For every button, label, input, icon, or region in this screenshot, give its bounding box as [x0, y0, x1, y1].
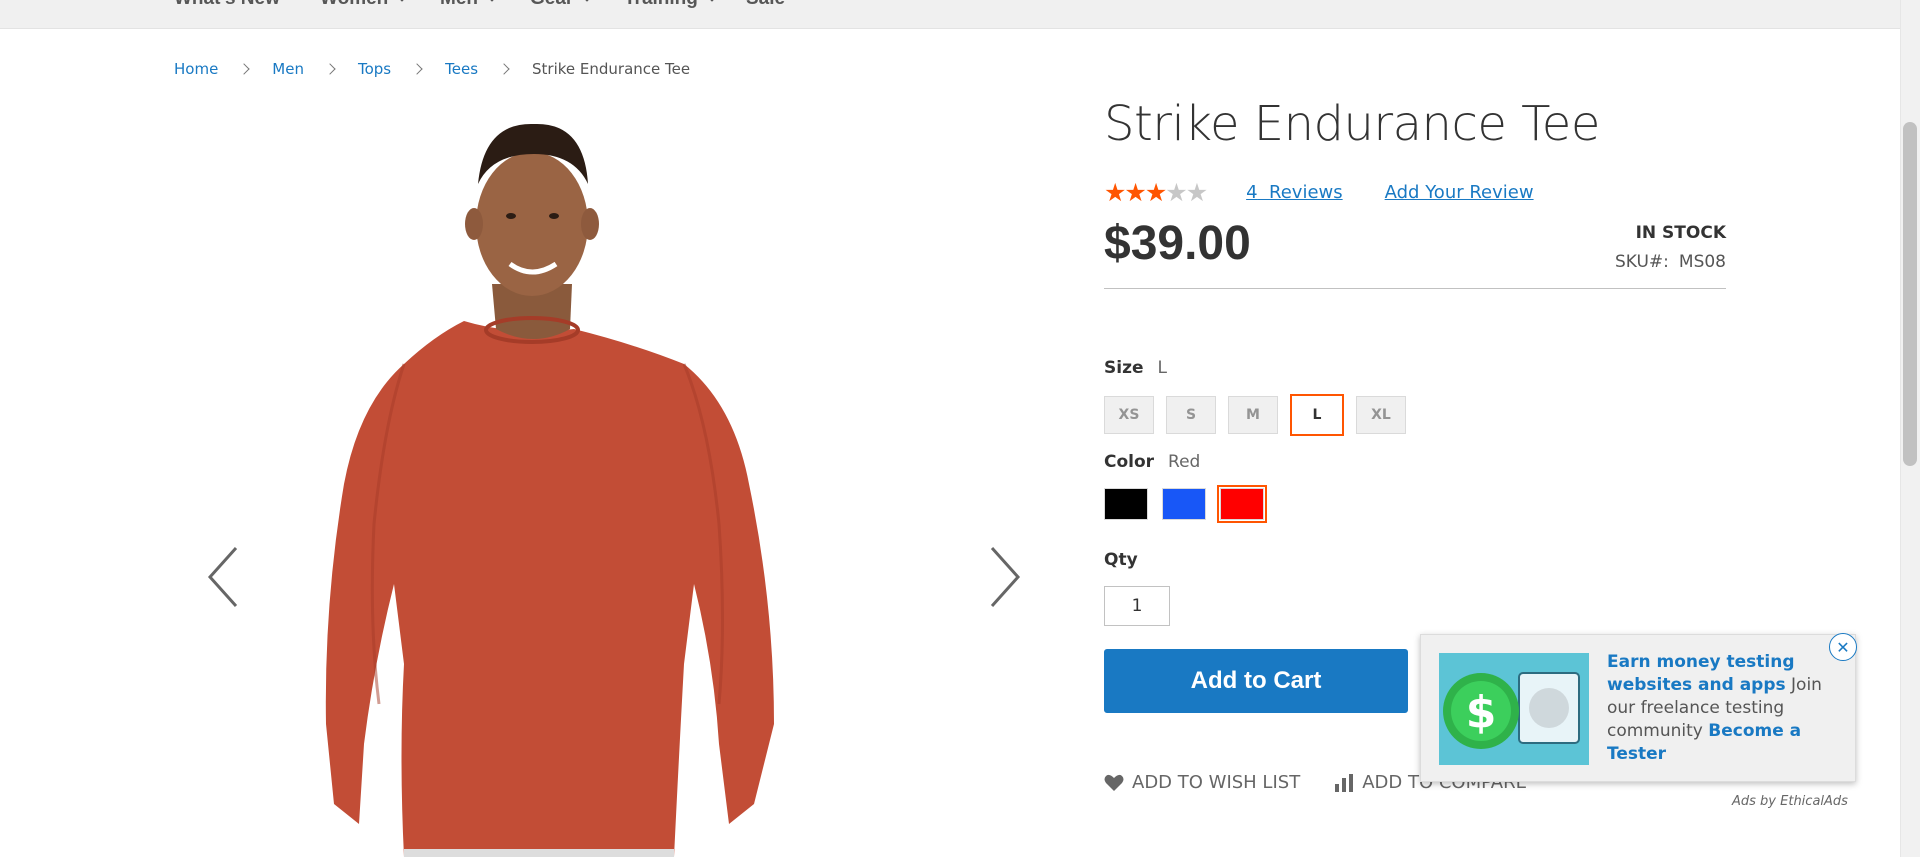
color-swatch-blue[interactable]: [1162, 488, 1206, 520]
top-navigation: What's New Women Men Gear Training Sale: [0, 0, 1920, 29]
chevron-left-icon: [207, 546, 238, 608]
nav-item-label: What's New: [174, 0, 280, 10]
nav-item-training[interactable]: Training: [624, 0, 718, 10]
size-option-xs[interactable]: XS: [1104, 396, 1154, 434]
size-option-l[interactable]: L: [1290, 394, 1344, 436]
close-icon[interactable]: ✕: [1829, 633, 1857, 661]
product-image[interactable]: [174, 104, 1054, 857]
chevron-down-icon: [486, 0, 498, 2]
size-label-text: Size: [1104, 358, 1144, 378]
rating-stars: ★★★★★: [1104, 178, 1208, 207]
qty-label: Qty: [1104, 550, 1138, 570]
chevron-down-icon: [706, 0, 718, 2]
color-label-text: Color: [1104, 452, 1155, 472]
reviews-link[interactable]: 4 Reviews: [1246, 182, 1343, 203]
breadcrumb-current: Strike Endurance Tee: [532, 60, 691, 78]
ad-headline[interactable]: Earn money testing websites and apps: [1607, 652, 1795, 695]
chevron-right-icon: [238, 63, 250, 75]
product-title: Strike Endurance Tee: [1104, 96, 1600, 152]
scrollbar-thumb[interactable]: [1903, 122, 1917, 466]
ad-popup: $ Earn money testing websites and apps J…: [1420, 633, 1857, 782]
chevron-down-icon: [396, 0, 408, 2]
nav-item-label: Women: [320, 0, 388, 10]
nav-item-label: Men: [440, 0, 478, 10]
nav-item-women[interactable]: Women: [320, 0, 408, 10]
size-options: XS S M L XL: [1104, 394, 1406, 436]
size-option-xl[interactable]: XL: [1356, 396, 1406, 434]
nav-item-label: Gear: [530, 0, 573, 10]
breadcrumb-link-tees[interactable]: Tees: [445, 60, 478, 78]
reviews-count: 4: [1246, 182, 1258, 203]
star-icon: ★: [1165, 178, 1187, 207]
product-info: Strike Endurance Tee ★★★★★ 4 Reviews Add…: [1104, 96, 1726, 793]
gallery-prev-button[interactable]: [204, 542, 244, 612]
nav-item-gear[interactable]: Gear: [530, 0, 593, 10]
color-swatch-red[interactable]: [1217, 485, 1267, 523]
rating-summary: ★★★★★ 4 Reviews Add Your Review: [1104, 178, 1534, 207]
breadcrumb-link-men[interactable]: Men: [272, 60, 304, 78]
star-icon: ★: [1144, 178, 1167, 207]
color-options: [1104, 485, 1267, 523]
product-sku: SKU#: MS08: [1615, 252, 1726, 272]
nav-item-whats-new[interactable]: What's New: [174, 0, 280, 10]
color-selected-value: Red: [1168, 452, 1201, 472]
chevron-right-icon: [324, 63, 336, 75]
dollar-coin-illustration: $: [1439, 653, 1589, 765]
chevron-right-icon: [990, 546, 1021, 608]
nav-item-label: Training: [624, 0, 698, 10]
add-review-link[interactable]: Add Your Review: [1385, 182, 1534, 203]
star-icon: ★: [1104, 178, 1126, 207]
sku-label: SKU#:: [1615, 252, 1669, 272]
gallery-next-button[interactable]: [984, 542, 1024, 612]
page-scrollbar[interactable]: [1900, 0, 1920, 857]
qty-input[interactable]: [1104, 586, 1170, 626]
svg-text:$: $: [1466, 687, 1497, 738]
star-icon: ★: [1185, 178, 1208, 207]
color-label: Color Red: [1104, 452, 1200, 472]
bar-chart-icon: [1335, 773, 1354, 792]
heart-icon: [1104, 774, 1124, 791]
wishlist-label: ADD TO WISH LIST: [1132, 772, 1301, 793]
product-price: $39.00: [1104, 217, 1251, 270]
chevron-right-icon: [498, 63, 510, 75]
nav-item-sale[interactable]: Sale: [746, 0, 785, 10]
chevron-down-icon: [581, 0, 593, 2]
size-option-m[interactable]: M: [1228, 396, 1278, 434]
ad-image[interactable]: $: [1439, 653, 1589, 765]
star-icon: ★: [1124, 178, 1146, 207]
nav-item-label: Sale: [746, 0, 785, 10]
divider: [1104, 288, 1726, 289]
breadcrumb-link-tops[interactable]: Tops: [358, 60, 391, 78]
product-gallery: [174, 104, 1054, 857]
add-to-wishlist-link[interactable]: ADD TO WISH LIST: [1104, 772, 1300, 793]
reviews-label: Reviews: [1269, 182, 1343, 203]
size-label: Size L: [1104, 358, 1167, 378]
stock-status: IN STOCK: [1635, 223, 1726, 243]
ad-text: Earn money testing websites and apps Joi…: [1607, 651, 1839, 766]
sku-value: MS08: [1678, 252, 1726, 272]
breadcrumb-link-home[interactable]: Home: [174, 60, 218, 78]
ad-credit[interactable]: Ads by EthicalAds: [1732, 794, 1848, 809]
chevron-right-icon: [411, 63, 423, 75]
size-selected-value: L: [1157, 358, 1167, 378]
color-swatch-black[interactable]: [1104, 488, 1148, 520]
size-option-s[interactable]: S: [1166, 396, 1216, 434]
add-to-cart-button[interactable]: Add to Cart: [1104, 649, 1408, 713]
nav-item-men[interactable]: Men: [440, 0, 498, 10]
breadcrumb: Home Men Tops Tees Strike Endurance Tee: [174, 60, 690, 78]
